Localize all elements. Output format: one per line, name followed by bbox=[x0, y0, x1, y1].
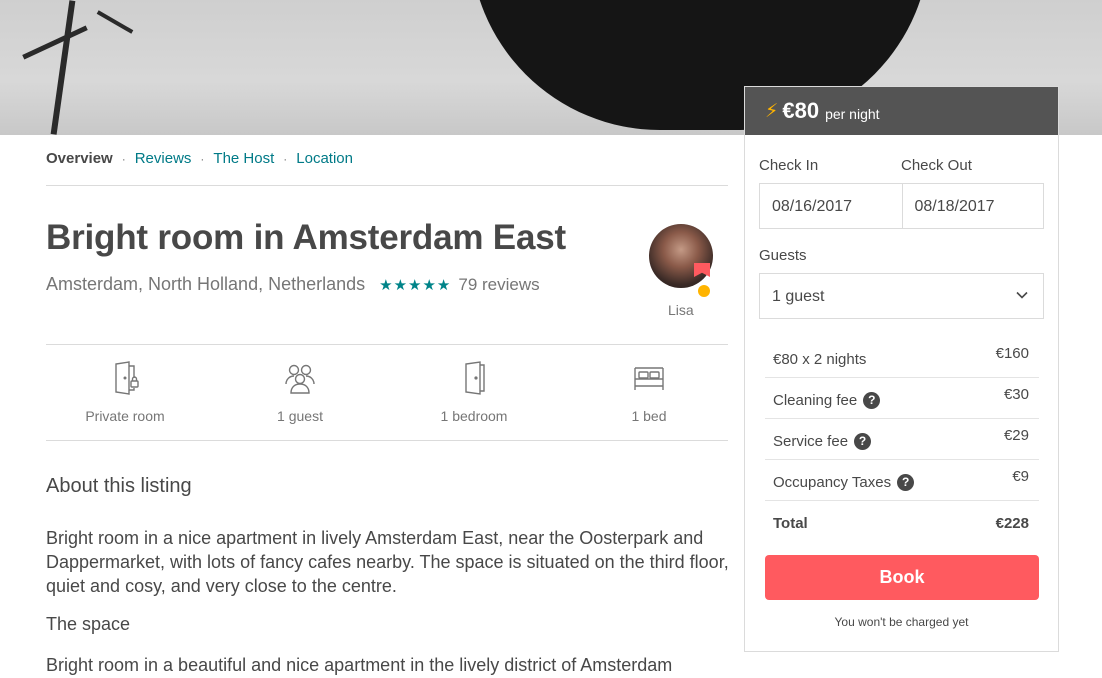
total-label: Total bbox=[773, 515, 808, 532]
nav-reviews[interactable]: Reviews bbox=[135, 150, 192, 167]
photo-branch bbox=[50, 0, 76, 135]
summary-label: Private room bbox=[85, 408, 165, 424]
nightly-price: €80 bbox=[782, 98, 820, 123]
price-row-label: Service fee bbox=[773, 433, 849, 450]
divider bbox=[46, 344, 728, 345]
bed-icon bbox=[634, 367, 664, 390]
price-row-service: Service fee? €29 bbox=[765, 419, 1039, 460]
nav-the-host[interactable]: The Host bbox=[213, 150, 274, 167]
divider bbox=[46, 440, 728, 441]
summary-label: 1 bedroom bbox=[440, 408, 508, 424]
nav-overview[interactable]: Overview bbox=[46, 150, 113, 167]
per-night-label: per night bbox=[825, 106, 880, 122]
instant-book-icon: ⚡ bbox=[765, 100, 779, 122]
nav-separator: · bbox=[121, 151, 126, 166]
section-nav: Overview · Reviews · The Host · Location bbox=[46, 150, 353, 167]
door-icon bbox=[465, 361, 485, 395]
check-in-input[interactable]: 08/16/2017 bbox=[760, 184, 902, 228]
check-out-label: Check Out bbox=[901, 157, 972, 174]
about-heading: About this listing bbox=[46, 475, 192, 497]
superhost-badge-icon bbox=[694, 263, 710, 297]
guests-label: Guests bbox=[759, 247, 807, 264]
nav-separator: · bbox=[200, 151, 205, 166]
chevron-down-icon bbox=[1016, 291, 1028, 299]
price-breakdown: €80 x 2 nights €160 Cleaning fee? €30 Se… bbox=[765, 337, 1039, 542]
private-room-icon bbox=[115, 361, 139, 395]
price-row-amount: €30 bbox=[1003, 386, 1029, 403]
photo-branch bbox=[96, 10, 134, 34]
summary-label: 1 bed bbox=[631, 408, 667, 424]
summary-label: 1 guest bbox=[277, 408, 323, 424]
guests-value: 1 guest bbox=[772, 288, 825, 305]
reviews-count[interactable]: 79 reviews bbox=[458, 275, 539, 295]
space-heading: The space bbox=[46, 614, 131, 634]
space-text: Bright room in a beautiful and nice apar… bbox=[46, 655, 673, 675]
price-row-amount: €160 bbox=[995, 345, 1029, 362]
summary-room-type: Private room bbox=[46, 360, 204, 430]
date-range: 08/16/2017 08/18/2017 bbox=[759, 183, 1044, 229]
booking-card: ⚡ €80 per night Check In Check Out 08/16… bbox=[744, 86, 1059, 652]
price-row-taxes: Occupancy Taxes? €9 bbox=[765, 460, 1039, 501]
charge-note: You won't be charged yet bbox=[834, 615, 969, 629]
nav-location[interactable]: Location bbox=[296, 150, 353, 167]
price-row-nights: €80 x 2 nights €160 bbox=[765, 337, 1039, 378]
help-icon[interactable]: ? bbox=[897, 474, 915, 491]
summary-beds: 1 bed bbox=[570, 360, 728, 430]
listing-title: Bright room in Amsterdam East bbox=[46, 218, 566, 257]
check-in-label: Check In bbox=[759, 157, 819, 174]
total-amount: €228 bbox=[995, 515, 1029, 532]
price-row-amount: €9 bbox=[1012, 468, 1029, 485]
rating-stars[interactable]: ★★★★★ bbox=[379, 276, 451, 294]
about-text: Bright room in a nice apartment in livel… bbox=[46, 528, 729, 596]
guests-select[interactable]: 1 guest bbox=[759, 273, 1044, 319]
room-summary: Private room 1 guest 1 bedroom 1 bed bbox=[46, 360, 728, 430]
photo-branch bbox=[22, 25, 88, 60]
guests-icon bbox=[285, 364, 315, 394]
summary-guests: 1 guest bbox=[221, 360, 379, 430]
summary-bedrooms: 1 bedroom bbox=[395, 360, 553, 430]
price-row-total: Total €228 bbox=[765, 501, 1039, 542]
price-row-amount: €29 bbox=[1003, 427, 1029, 444]
help-icon[interactable]: ? bbox=[863, 392, 881, 409]
price-row-label: Occupancy Taxes bbox=[773, 474, 892, 491]
listing-location: Amsterdam, North Holland, Netherlands bbox=[46, 274, 366, 294]
nav-separator: · bbox=[283, 151, 288, 166]
check-out-input[interactable]: 08/18/2017 bbox=[901, 184, 1044, 228]
divider bbox=[46, 185, 728, 186]
book-button[interactable]: Book bbox=[765, 555, 1039, 600]
price-row-label: €80 x 2 nights bbox=[773, 351, 867, 368]
host-name[interactable]: Lisa bbox=[668, 302, 694, 318]
price-header: ⚡ €80 per night bbox=[745, 87, 1058, 135]
help-icon[interactable]: ? bbox=[854, 433, 872, 450]
listing-location-row: Amsterdam, North Holland, Netherlands ★★… bbox=[46, 274, 540, 295]
price-row-cleaning: Cleaning fee? €30 bbox=[765, 378, 1039, 419]
price-row-label: Cleaning fee bbox=[773, 392, 858, 409]
